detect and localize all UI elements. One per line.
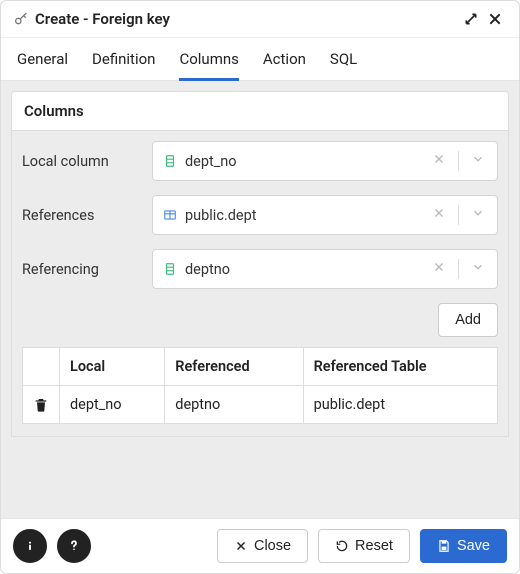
header-referenced-table: Referenced Table [303, 348, 497, 386]
dialog-title: Create - Foreign key [13, 10, 170, 28]
tab-columns[interactable]: Columns [179, 38, 238, 81]
header-local: Local [60, 348, 165, 386]
reset-button[interactable]: Reset [318, 529, 410, 563]
select-referencing[interactable]: deptno [152, 249, 498, 289]
columns-table: Local Referenced Referenced Table [22, 347, 498, 424]
table-icon [163, 208, 177, 222]
add-row-actions: Add [22, 303, 498, 337]
select-references-value: public.dept [185, 207, 420, 224]
column-icon [163, 262, 177, 276]
create-foreign-key-dialog: Create - Foreign key General Definition … [0, 0, 520, 574]
label-references: References [22, 207, 152, 224]
row-references: References public.dept [22, 195, 498, 235]
select-divider [458, 151, 459, 171]
chevron-down-icon[interactable] [467, 206, 489, 224]
dialog-footer: Close Reset Save [1, 518, 519, 573]
chevron-down-icon[interactable] [467, 260, 489, 278]
select-divider [458, 205, 459, 225]
label-referencing: Referencing [22, 261, 152, 278]
header-referenced: Referenced [165, 348, 303, 386]
reset-icon [335, 539, 349, 553]
close-icon [234, 539, 248, 553]
select-references[interactable]: public.dept [152, 195, 498, 235]
tab-bar: General Definition Columns Action SQL [1, 38, 519, 81]
close-icon[interactable] [483, 9, 507, 29]
chevron-down-icon[interactable] [467, 152, 489, 170]
columns-panel-header: Columns [11, 91, 509, 131]
question-icon [66, 538, 82, 554]
help-button[interactable] [57, 529, 91, 563]
titlebar: Create - Foreign key [1, 1, 519, 38]
clear-icon[interactable] [428, 260, 450, 278]
row-referencing: Referencing deptno [22, 249, 498, 289]
expand-icon[interactable] [459, 9, 483, 29]
save-button-label: Save [457, 538, 490, 554]
close-button[interactable]: Close [217, 529, 308, 563]
delete-row-button[interactable] [23, 386, 60, 424]
tab-sql[interactable]: SQL [330, 38, 357, 81]
trash-icon [33, 397, 49, 413]
save-button[interactable]: Save [420, 529, 507, 563]
tab-general[interactable]: General [17, 38, 68, 81]
select-divider [458, 259, 459, 279]
save-icon [437, 539, 451, 553]
cell-referenced: deptno [165, 386, 303, 424]
cell-local: dept_no [60, 386, 165, 424]
select-local-column-value: dept_no [185, 153, 420, 170]
clear-icon[interactable] [428, 152, 450, 170]
header-actions [23, 348, 60, 386]
table-row: dept_no deptno public.dept [23, 386, 498, 424]
info-icon [22, 538, 38, 554]
label-local-column: Local column [22, 153, 152, 170]
columns-form: Local column dept_no [11, 131, 509, 437]
key-icon [13, 11, 29, 27]
dialog-body: Columns Local column dept_no [1, 81, 519, 518]
clear-icon[interactable] [428, 206, 450, 224]
info-button[interactable] [13, 529, 47, 563]
column-icon [163, 154, 177, 168]
close-button-label: Close [254, 538, 291, 554]
dialog-title-text: Create - Foreign key [35, 10, 170, 28]
select-local-column[interactable]: dept_no [152, 141, 498, 181]
reset-button-label: Reset [355, 538, 393, 554]
select-referencing-value: deptno [185, 261, 420, 278]
tab-definition[interactable]: Definition [92, 38, 155, 81]
cell-referenced-table: public.dept [303, 386, 497, 424]
tab-action[interactable]: Action [263, 38, 306, 81]
row-local-column: Local column dept_no [22, 141, 498, 181]
add-button[interactable]: Add [438, 303, 498, 337]
